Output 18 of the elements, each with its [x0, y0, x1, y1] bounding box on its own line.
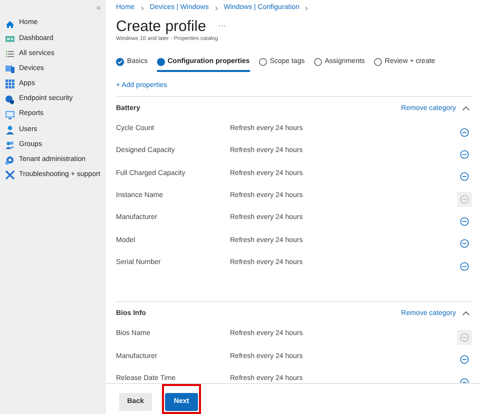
page-title: Create profile [116, 18, 206, 34]
devices-icon [5, 64, 15, 74]
chevron-right-icon [214, 6, 219, 10]
home-icon [5, 18, 15, 29]
chevron-right-icon [140, 6, 145, 10]
chevron-up-icon[interactable] [462, 106, 470, 112]
tools-icon [5, 170, 15, 180]
user-icon [5, 124, 15, 135]
monitor-icon [5, 110, 15, 120]
more-button[interactable]: ··· [218, 20, 226, 32]
apps-grid-icon [5, 79, 15, 90]
chevron-up-icon[interactable] [462, 311, 470, 316]
group-icon [5, 140, 15, 150]
gear-icon [5, 155, 15, 166]
dashboard-icon [5, 34, 15, 44]
shield-icon [5, 94, 15, 105]
chevron-right-icon [304, 6, 310, 10]
list-icon [5, 48, 15, 59]
